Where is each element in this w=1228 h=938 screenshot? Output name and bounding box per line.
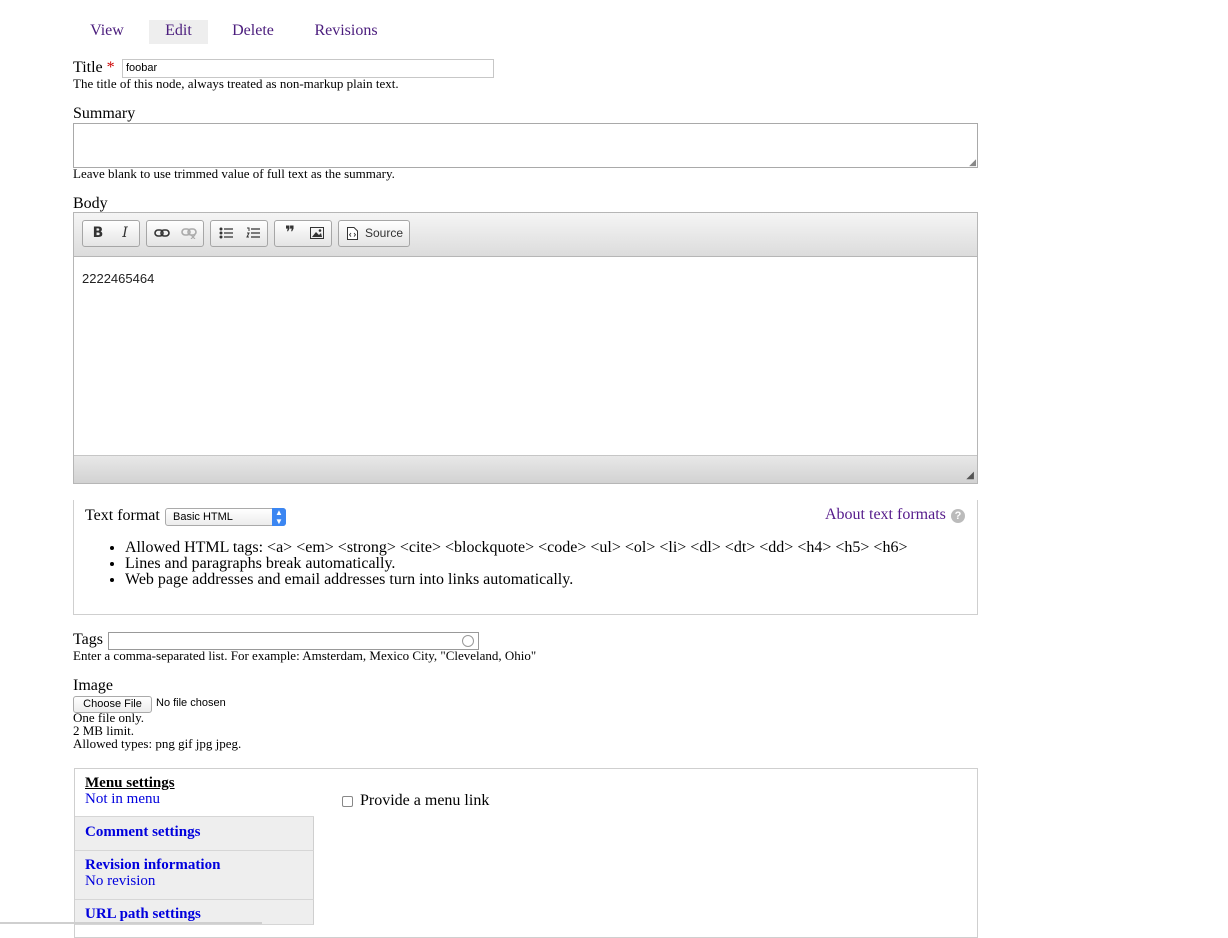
tab-revisions[interactable]: Revisions xyxy=(306,20,386,44)
unlink-icon[interactable] xyxy=(176,221,202,246)
vertical-tab-comment-settings[interactable]: Comment settings xyxy=(75,817,314,851)
autocomplete-throbber-icon xyxy=(462,635,474,647)
vertical-tab-title: Comment settings xyxy=(85,824,201,840)
toolbar-group-link xyxy=(146,220,204,247)
tab-view[interactable]: View xyxy=(82,20,132,44)
help-icon[interactable]: ? xyxy=(951,509,965,523)
source-button[interactable]: Source xyxy=(338,220,410,247)
image-help: One file only. 2 MB limit. Allowed types… xyxy=(73,711,241,750)
editor-statusbar: ◢ xyxy=(74,455,977,483)
editor-content[interactable]: 2222465464 xyxy=(82,271,154,286)
vertical-tab-summary: Not in menu xyxy=(85,791,160,807)
tab-delete[interactable]: Delete xyxy=(225,20,281,44)
vertical-tab-menu-settings[interactable]: Menu settings Not in menu xyxy=(75,769,314,817)
resize-grip-icon[interactable]: ◢ xyxy=(966,471,974,481)
tip-item: Allowed HTML tags: <a> <em> <strong> <ci… xyxy=(125,540,907,556)
bulleted-list-icon[interactable] xyxy=(213,221,239,246)
horizontal-scrollbar[interactable] xyxy=(0,922,262,924)
vertical-tab-revision-information[interactable]: Revision information No revision xyxy=(75,851,314,900)
tags-label: Tags xyxy=(73,631,103,648)
text-format-label: Text format xyxy=(85,507,160,524)
numbered-list-icon[interactable] xyxy=(240,221,266,246)
summary-textarea[interactable]: ◢ xyxy=(73,123,978,168)
chevron-updown-icon: ▲ ▼ xyxy=(272,508,286,526)
about-text-formats-link[interactable]: About text formats xyxy=(825,506,946,524)
text-format-tips: Allowed HTML tags: <a> <em> <strong> <ci… xyxy=(85,540,907,588)
vertical-tab-summary: No revision xyxy=(85,873,156,889)
image-help-line: Allowed types: png gif jpg jpeg. xyxy=(73,736,242,751)
body-label: Body xyxy=(73,195,108,212)
link-icon[interactable] xyxy=(149,221,175,246)
tip-item: Lines and paragraphs break automatically… xyxy=(125,556,907,572)
vertical-tab-title: Revision information xyxy=(85,857,221,873)
body-editor[interactable]: B I ❞ Source 2222465464 ◢ xyxy=(73,212,978,484)
italic-icon[interactable]: I xyxy=(112,221,138,246)
resize-handle-icon[interactable]: ◢ xyxy=(969,158,976,167)
summary-label: Summary xyxy=(73,105,136,122)
toolbar-group-basic: B I xyxy=(82,220,140,247)
file-status: No file chosen xyxy=(156,697,226,709)
provide-menu-link-label[interactable]: Provide a menu link xyxy=(360,792,489,810)
tip-item: Web page addresses and email addresses t… xyxy=(125,572,907,588)
provide-menu-link-checkbox[interactable] xyxy=(342,796,353,807)
blockquote-icon[interactable]: ❞ xyxy=(277,221,303,246)
tags-description: Enter a comma-separated list. For exampl… xyxy=(73,648,537,663)
image-icon[interactable] xyxy=(304,221,330,246)
vertical-tab-title: URL path settings xyxy=(85,906,201,922)
source-label: Source xyxy=(365,226,404,240)
editor-toolbar: B I ❞ Source xyxy=(74,213,977,257)
summary-description: Leave blank to use trimmed value of full… xyxy=(73,166,395,181)
text-format-select[interactable]: Basic HTML ▲ ▼ xyxy=(165,508,286,526)
tab-edit[interactable]: Edit xyxy=(149,20,208,44)
toolbar-group-lists xyxy=(210,220,268,247)
image-label: Image xyxy=(73,677,113,694)
vertical-tab-title: Menu settings xyxy=(85,775,175,791)
title-description: The title of this node, always treated a… xyxy=(73,76,399,91)
source-icon xyxy=(340,221,364,246)
title-label: Title * xyxy=(73,59,115,76)
required-marker: * xyxy=(106,59,115,76)
bold-icon[interactable]: B xyxy=(85,221,111,246)
toolbar-group-media: ❞ xyxy=(274,220,332,247)
